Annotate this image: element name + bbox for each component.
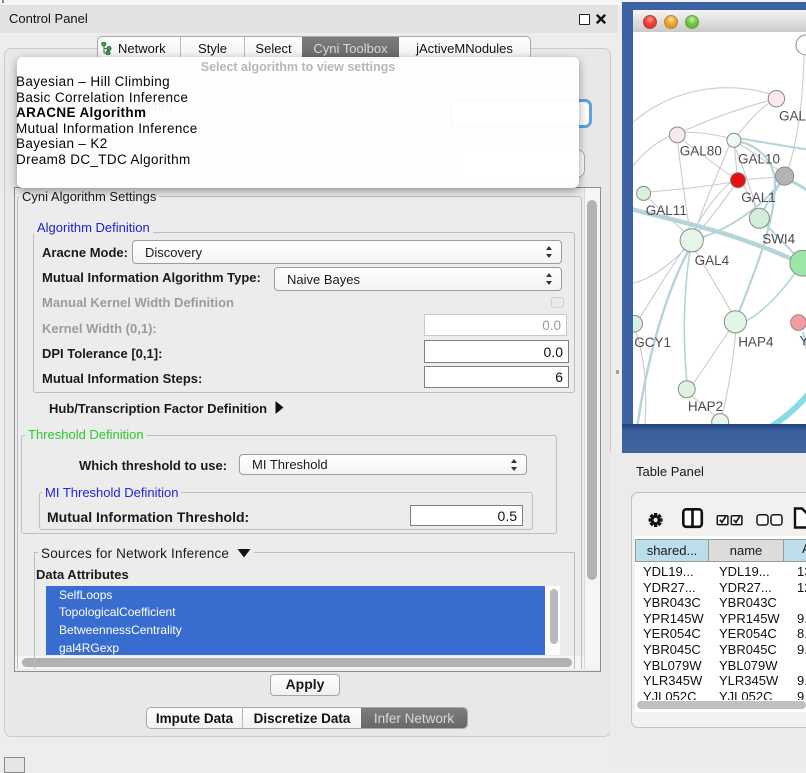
svg-text:GAL4: GAL4 [695,253,730,268]
svg-text:Y: Y [800,334,806,349]
svg-text:SWI4: SWI4 [762,232,795,247]
svg-text:HAP4: HAP4 [738,334,774,349]
svg-text:GAL1: GAL1 [741,190,776,205]
svg-text:HAP2: HAP2 [688,399,723,414]
svg-text:GAL: GAL [779,109,806,124]
svg-text:GAL80: GAL80 [680,144,722,159]
svg-text:GAL11: GAL11 [646,203,687,218]
svg-text:GAL10: GAL10 [738,152,780,167]
svg-text:GCY1: GCY1 [634,335,671,350]
